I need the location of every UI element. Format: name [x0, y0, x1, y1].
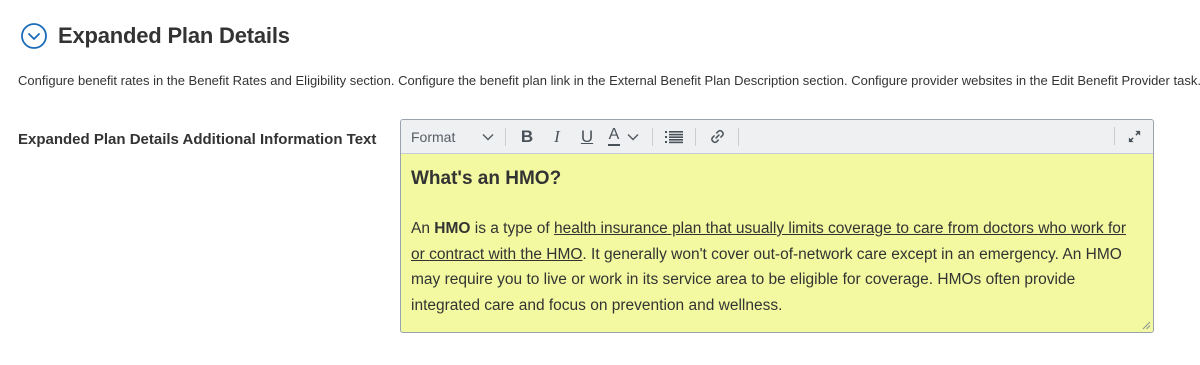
section-toggle[interactable]: Expanded Plan Details [20, 20, 290, 52]
section-title: Expanded Plan Details [58, 23, 290, 48]
editor-toolbar: Format B I U A [401, 120, 1153, 154]
rich-text-editor[interactable]: Format B I U A What's an HMO? An HMO is … [400, 119, 1154, 333]
editor-content[interactable]: What's an HMO? An HMO is a type of healt… [401, 154, 1153, 318]
format-label: Format [411, 128, 456, 145]
toolbar-divider [738, 127, 739, 146]
section-description: Configure benefit rates in the Benefit R… [18, 73, 1200, 88]
chevron-down-icon [627, 133, 639, 141]
italic-button[interactable]: I [542, 125, 572, 149]
bulleted-list-button[interactable] [659, 125, 689, 149]
toolbar-divider [505, 127, 506, 146]
insert-link-button[interactable] [702, 125, 732, 149]
underline-button[interactable]: U [572, 125, 602, 149]
font-color-letter: A [608, 125, 620, 143]
font-color-bar [608, 143, 620, 146]
toolbar-divider [652, 127, 653, 146]
para-mid: is a type of [470, 220, 555, 237]
format-dropdown[interactable]: Format [411, 125, 499, 149]
maximize-icon [1128, 130, 1140, 142]
link-icon [710, 129, 724, 144]
para-bold-term: HMO [434, 220, 471, 237]
field-label: Expanded Plan Details Additional Informa… [18, 131, 377, 148]
font-color-button[interactable]: A [602, 125, 646, 149]
content-paragraph: An HMO is a type of health insurance pla… [411, 216, 1143, 318]
content-heading: What's an HMO? [411, 168, 562, 189]
resize-grip-icon[interactable] [1141, 320, 1151, 330]
font-color-icon: A [608, 125, 620, 146]
chevron-down-icon [482, 133, 494, 141]
para-prefix: An [411, 220, 435, 237]
toolbar-divider [695, 127, 696, 146]
maximize-button[interactable] [1119, 124, 1149, 148]
bold-button[interactable]: B [512, 125, 542, 149]
bulleted-list-icon [665, 130, 683, 143]
toolbar-divider [1114, 127, 1115, 145]
chevron-down-circle-icon [21, 23, 47, 49]
